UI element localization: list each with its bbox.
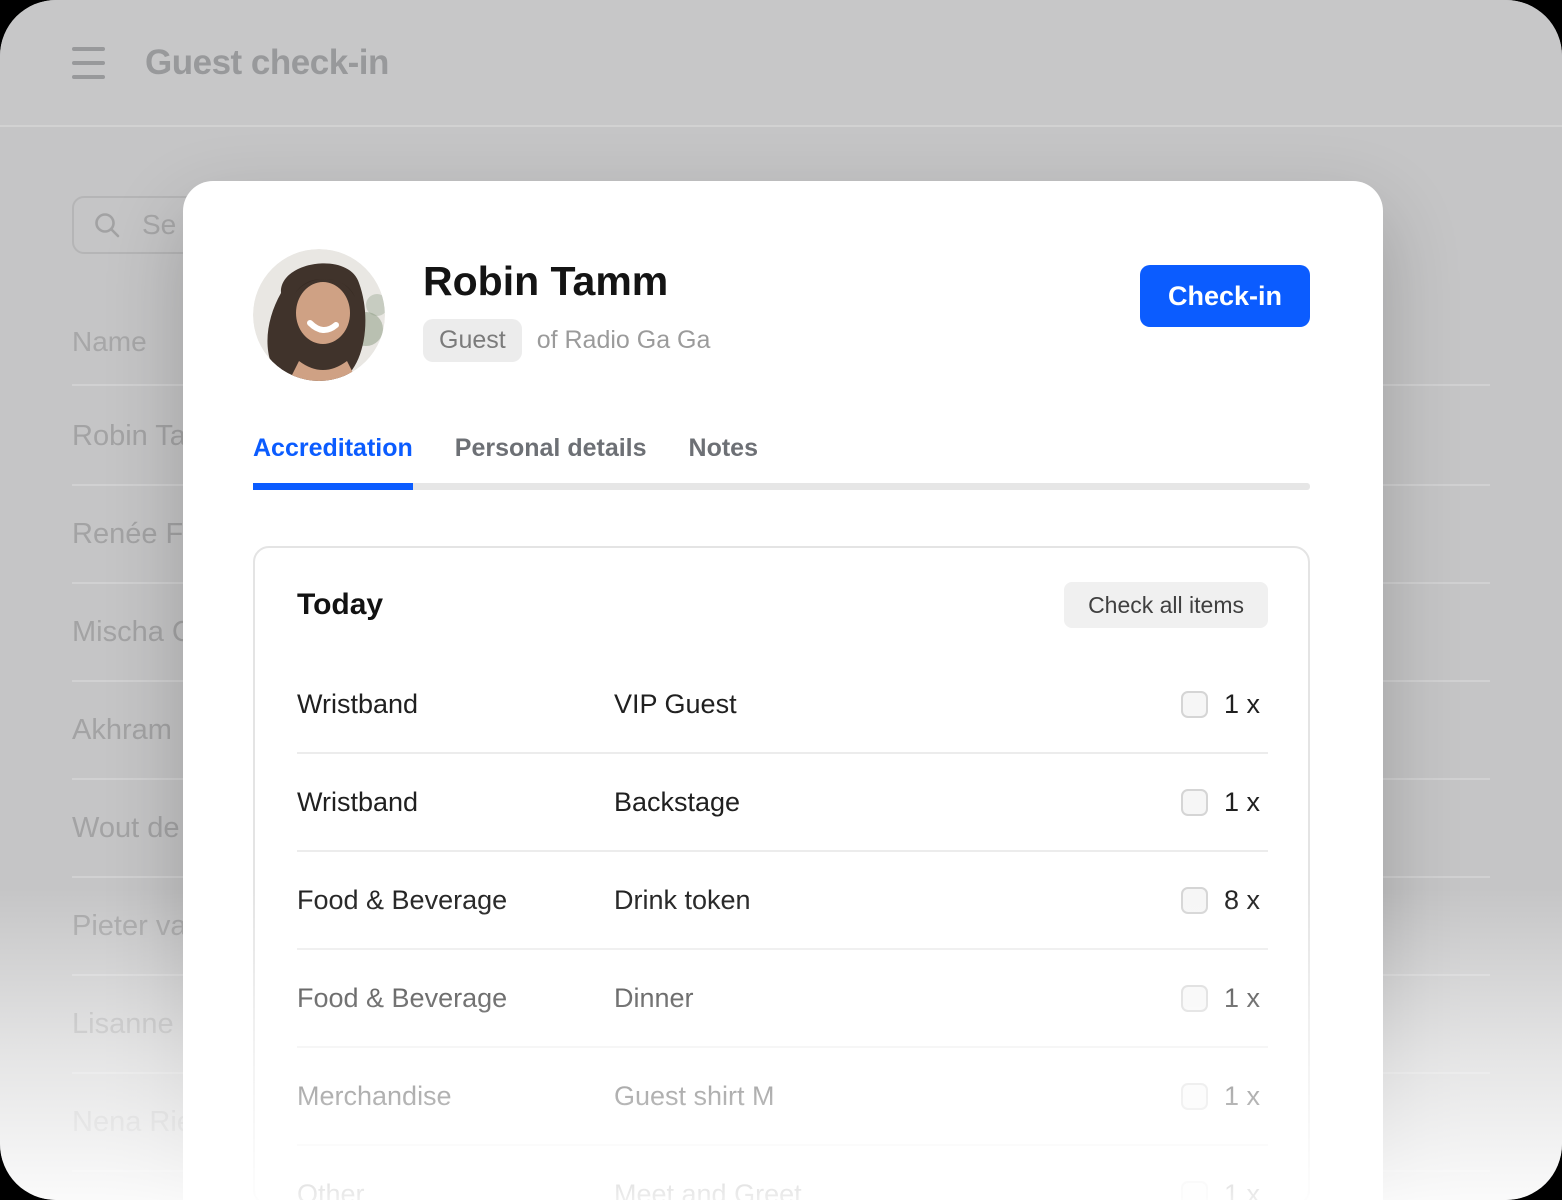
item-name: VIP Guest bbox=[614, 689, 1181, 720]
accreditation-item-row: Wristband Backstage 1 x bbox=[297, 754, 1268, 852]
check-in-button[interactable]: Check-in bbox=[1140, 265, 1310, 327]
item-quantity: 1 x bbox=[1224, 1179, 1268, 1200]
screen: Guest check-in Name Robin Ta Renée Fi Mi… bbox=[0, 0, 1562, 1200]
item-quantity-group: 1 x bbox=[1181, 1179, 1268, 1200]
active-tab-indicator bbox=[253, 483, 413, 490]
item-category: Wristband bbox=[297, 689, 614, 720]
today-card-header: Today Check all items bbox=[297, 582, 1268, 628]
guest-affiliation: of Radio Ga Ga bbox=[537, 326, 711, 355]
item-quantity: 1 x bbox=[1224, 689, 1268, 720]
item-checkbox[interactable] bbox=[1181, 789, 1208, 816]
guest-type-badge: Guest bbox=[423, 319, 522, 362]
item-category: Food & Beverage bbox=[297, 885, 614, 916]
item-checkbox[interactable] bbox=[1181, 1083, 1208, 1110]
page-title: Guest check-in bbox=[145, 43, 389, 83]
item-name: Dinner bbox=[614, 983, 1181, 1014]
tab-notes[interactable]: Notes bbox=[689, 434, 758, 463]
item-name: Backstage bbox=[614, 787, 1181, 818]
item-checkbox[interactable] bbox=[1181, 1181, 1208, 1200]
today-card: Today Check all items Wristband VIP Gues… bbox=[253, 546, 1310, 1200]
item-quantity: 1 x bbox=[1224, 1081, 1268, 1112]
item-quantity-group: 1 x bbox=[1181, 983, 1268, 1014]
accreditation-item-row: Food & Beverage Drink token 8 x bbox=[297, 852, 1268, 950]
item-category: Other bbox=[297, 1179, 614, 1200]
item-category: Merchandise bbox=[297, 1081, 614, 1112]
tab-personal-details[interactable]: Personal details bbox=[455, 434, 647, 463]
item-checkbox[interactable] bbox=[1181, 985, 1208, 1012]
guest-name: Robin Tamm bbox=[423, 259, 710, 304]
card-title: Today bbox=[297, 588, 383, 622]
item-name: Guest shirt M bbox=[614, 1081, 1181, 1112]
item-checkbox[interactable] bbox=[1181, 887, 1208, 914]
item-name: Meet and Greet bbox=[614, 1179, 1181, 1200]
accreditation-item-row: Wristband VIP Guest 1 x bbox=[297, 656, 1268, 754]
item-checkbox[interactable] bbox=[1181, 691, 1208, 718]
item-quantity-group: 1 x bbox=[1181, 787, 1268, 818]
item-quantity: 8 x bbox=[1224, 885, 1268, 916]
tab-accreditation[interactable]: Accreditation bbox=[253, 434, 413, 463]
guest-avatar bbox=[253, 249, 385, 381]
hamburger-menu-icon[interactable] bbox=[72, 47, 105, 79]
item-name: Drink token bbox=[614, 885, 1181, 916]
guest-detail-modal: Robin Tamm Guest of Radio Ga Ga Check-in… bbox=[183, 181, 1383, 1200]
search-icon bbox=[92, 210, 122, 240]
modal-header: Robin Tamm Guest of Radio Ga Ga Check-in bbox=[253, 249, 1310, 381]
accreditation-item-row: Merchandise Guest shirt M 1 x bbox=[297, 1048, 1268, 1146]
tab-bar: Accreditation Personal details Notes bbox=[253, 434, 1310, 463]
item-category: Wristband bbox=[297, 787, 614, 818]
guest-identity: Robin Tamm Guest of Radio Ga Ga bbox=[423, 249, 710, 362]
item-quantity: 1 x bbox=[1224, 787, 1268, 818]
item-quantity-group: 8 x bbox=[1181, 885, 1268, 916]
app-header: Guest check-in bbox=[0, 0, 1562, 127]
accreditation-item-row: Other Meet and Greet 1 x bbox=[297, 1146, 1268, 1200]
item-quantity: 1 x bbox=[1224, 983, 1268, 1014]
check-all-items-button[interactable]: Check all items bbox=[1064, 582, 1268, 628]
avatar-photo-placeholder bbox=[253, 249, 385, 381]
item-quantity-group: 1 x bbox=[1181, 689, 1268, 720]
tab-track bbox=[253, 483, 1310, 490]
accreditation-item-row: Food & Beverage Dinner 1 x bbox=[297, 950, 1268, 1048]
guest-subtitle: Guest of Radio Ga Ga bbox=[423, 319, 710, 362]
accreditation-items: Wristband VIP Guest 1 x Wristband Backst… bbox=[297, 656, 1268, 1200]
item-category: Food & Beverage bbox=[297, 983, 614, 1014]
item-quantity-group: 1 x bbox=[1181, 1081, 1268, 1112]
